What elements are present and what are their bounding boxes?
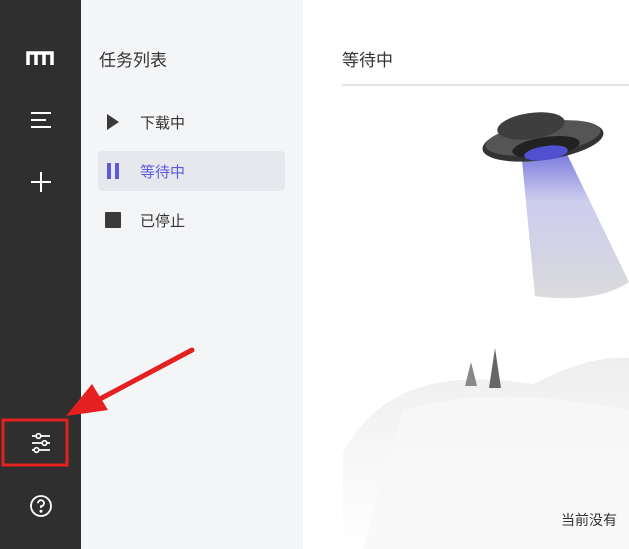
task-list-title: 任务列表 [99,51,167,71]
task-item-label: 下载中 [140,113,186,132]
menu-icon[interactable] [0,100,81,140]
empty-state-illustration [343,112,629,549]
task-list-panel: 任务列表 下载中 等待中 已停止 [81,0,303,549]
task-item-downloading[interactable]: 下载中 [98,102,285,142]
stop-icon [98,212,128,228]
task-item-label: 等待中 [140,162,186,181]
task-item-stopped[interactable]: 已停止 [98,200,285,240]
pause-icon [98,162,128,180]
task-item-waiting[interactable]: 等待中 [98,151,285,191]
play-icon [98,113,128,131]
sidebar [0,0,81,549]
task-item-label: 已停止 [140,211,186,230]
main-content: 等待中 当前没有 [303,0,629,549]
empty-state-text: 当前没有 [561,513,617,529]
help-icon[interactable] [0,486,81,526]
settings-sliders-icon[interactable] [0,423,81,463]
app-logo-icon[interactable] [0,38,81,78]
add-task-icon[interactable] [0,162,81,202]
